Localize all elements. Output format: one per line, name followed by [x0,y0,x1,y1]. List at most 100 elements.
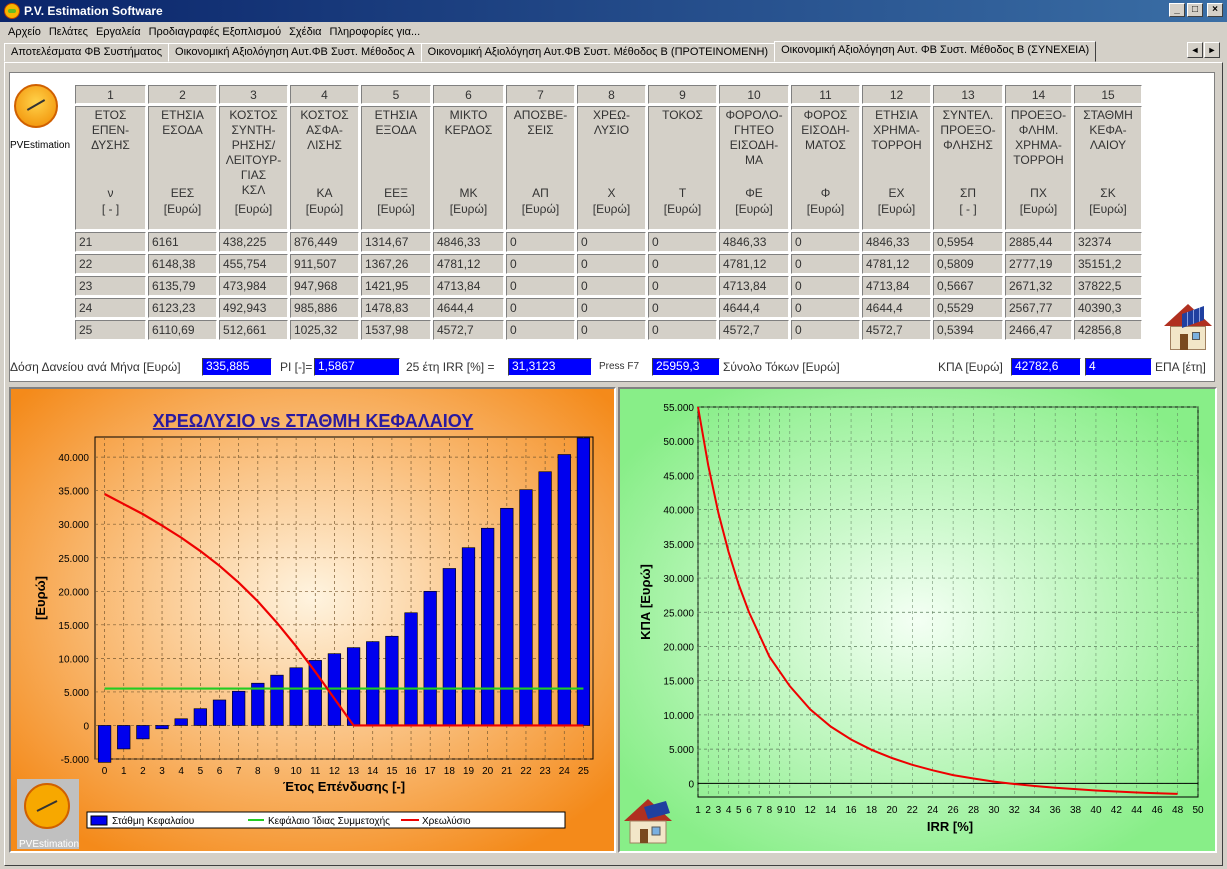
table-cell[interactable]: 24 [75,298,146,318]
table-cell[interactable]: 1478,83 [361,298,431,318]
npv-field[interactable]: 42782,6 [1011,358,1081,376]
tab-method-b-continued[interactable]: Οικονομική Αξιολόγηση Αυτ. ΦΒ Συστ. Μέθο… [774,41,1097,62]
table-cell[interactable]: 6123,23 [148,298,217,318]
table-cell[interactable]: 6135,79 [148,276,217,296]
menu-customers[interactable]: Πελάτες [45,26,92,38]
table-cell[interactable]: 0,5529 [933,298,1003,318]
table-cell[interactable]: 438,225 [219,232,288,252]
table-cell[interactable]: 0 [577,320,646,340]
tab-pv-results[interactable]: Αποτελέσματα ΦΒ Συστήματος [4,43,170,62]
tab-scroll-right-icon[interactable]: ► [1204,42,1220,58]
table-cell[interactable]: 0 [791,254,860,274]
table-cell[interactable]: 23 [75,276,146,296]
table-cell[interactable]: 1025,32 [290,320,359,340]
table-cell[interactable]: 21 [75,232,146,252]
table-cell[interactable]: 0 [791,276,860,296]
table-cell[interactable]: 4781,12 [719,254,789,274]
table-cell[interactable]: 947,968 [290,276,359,296]
menu-tools[interactable]: Εργαλεία [92,26,145,38]
menu-about[interactable]: Πληροφορίες για... [326,26,425,38]
table-cell[interactable]: 0 [506,320,575,340]
table-cell[interactable]: 911,507 [290,254,359,274]
table-cell[interactable]: 0 [791,298,860,318]
close-button[interactable]: × [1207,3,1223,17]
table-cell[interactable]: 0 [506,298,575,318]
table-cell[interactable]: 37822,5 [1074,276,1142,296]
table-cell[interactable]: 0 [577,254,646,274]
table-cell[interactable]: 2671,32 [1005,276,1072,296]
table-cell[interactable]: 1314,67 [361,232,431,252]
table-cell[interactable]: 32374 [1074,232,1142,252]
bar [576,437,591,726]
table-cell[interactable]: 1421,95 [361,276,431,296]
table-cell[interactable]: 1367,26 [361,254,431,274]
table-cell[interactable]: 4781,12 [862,254,931,274]
table-cell[interactable]: 22 [75,254,146,274]
table-cell[interactable]: 1537,98 [361,320,431,340]
table-cell[interactable]: 0,5394 [933,320,1003,340]
table-cell[interactable]: 4846,33 [719,232,789,252]
table-cell[interactable]: 0 [648,254,717,274]
menu-file[interactable]: Αρχείο [4,26,45,38]
tab-method-a[interactable]: Οικονομική Αξιολόγηση Αυτ.ΦΒ Συστ. Μέθοδ… [168,43,422,62]
table-cell[interactable]: 0 [577,298,646,318]
table-cell[interactable]: 42856,8 [1074,320,1142,340]
table-cell[interactable]: 2567,77 [1005,298,1072,318]
table-cell[interactable]: 35151,2 [1074,254,1142,274]
table-cell[interactable]: 4846,33 [862,232,931,252]
table-cell[interactable]: 25 [75,320,146,340]
table-cell[interactable]: 0 [506,276,575,296]
table-cell[interactable]: 0 [791,320,860,340]
table-cell[interactable]: 473,984 [219,276,288,296]
table-cell[interactable]: 4713,84 [433,276,504,296]
table-cell[interactable]: 0 [648,320,717,340]
table-cell[interactable]: 4713,84 [719,276,789,296]
table-cell[interactable]: 4713,84 [862,276,931,296]
table-cell[interactable]: 4572,7 [719,320,789,340]
table-cell[interactable]: 0 [506,254,575,274]
table-cell[interactable]: 4644,4 [719,298,789,318]
table-cell[interactable]: 0 [648,232,717,252]
table-cell[interactable]: 0 [791,232,860,252]
table-cell[interactable]: 4781,12 [433,254,504,274]
maximize-button[interactable]: □ [1187,3,1203,17]
table-cell[interactable]: 512,661 [219,320,288,340]
table-cell[interactable]: 6161 [148,232,217,252]
table-cell[interactable]: 40390,3 [1074,298,1142,318]
chart-background [620,389,1215,851]
table-cell[interactable]: 2885,44 [1005,232,1072,252]
table-cell[interactable]: 876,449 [290,232,359,252]
table-cell[interactable]: 2777,19 [1005,254,1072,274]
loan-payment-field[interactable]: 335,885 [202,358,272,376]
minimize-button[interactable]: _ [1169,3,1185,17]
table-cell[interactable]: 4644,4 [862,298,931,318]
table-cell[interactable]: 4644,4 [433,298,504,318]
table-cell[interactable]: 492,943 [219,298,288,318]
table-cell[interactable]: 0 [577,276,646,296]
irr-field[interactable]: 31,3123 [508,358,592,376]
table-cell[interactable]: 0,5667 [933,276,1003,296]
menu-bar: Αρχείο Πελάτες Εργαλεία Προδιαγραφές Εξο… [0,22,1227,41]
table-cell[interactable]: 985,886 [290,298,359,318]
table-cell[interactable]: 0 [577,232,646,252]
table-cell[interactable]: 0 [506,232,575,252]
table-cell[interactable]: 0,5809 [933,254,1003,274]
table-cell[interactable]: 0,5954 [933,232,1003,252]
column-header-symbol: ΦΕ [Ευρώ] [735,186,773,216]
tab-scroll-left-icon[interactable]: ◄ [1187,42,1203,58]
table-cell[interactable]: 4846,33 [433,232,504,252]
table-cell[interactable]: 0 [648,298,717,318]
menu-equipment-specs[interactable]: Προδιαγραφές Εξοπλισμού [145,26,285,38]
table-cell[interactable]: 6110,69 [148,320,217,340]
table-cell[interactable]: 455,754 [219,254,288,274]
payback-field[interactable]: 4 [1085,358,1152,376]
table-cell[interactable]: 2466,47 [1005,320,1072,340]
table-cell[interactable]: 4572,7 [862,320,931,340]
pi-field[interactable]: 1,5867 [314,358,400,376]
menu-charts[interactable]: Σχέδια [285,26,325,38]
table-cell[interactable]: 0 [648,276,717,296]
total-interest-field[interactable]: 25959,3 [652,358,720,376]
table-cell[interactable]: 6148,38 [148,254,217,274]
table-cell[interactable]: 4572,7 [433,320,504,340]
tab-method-b[interactable]: Οικονομική Αξιολόγηση Αυτ.ΦΒ Συστ. Μέθοδ… [420,43,776,62]
